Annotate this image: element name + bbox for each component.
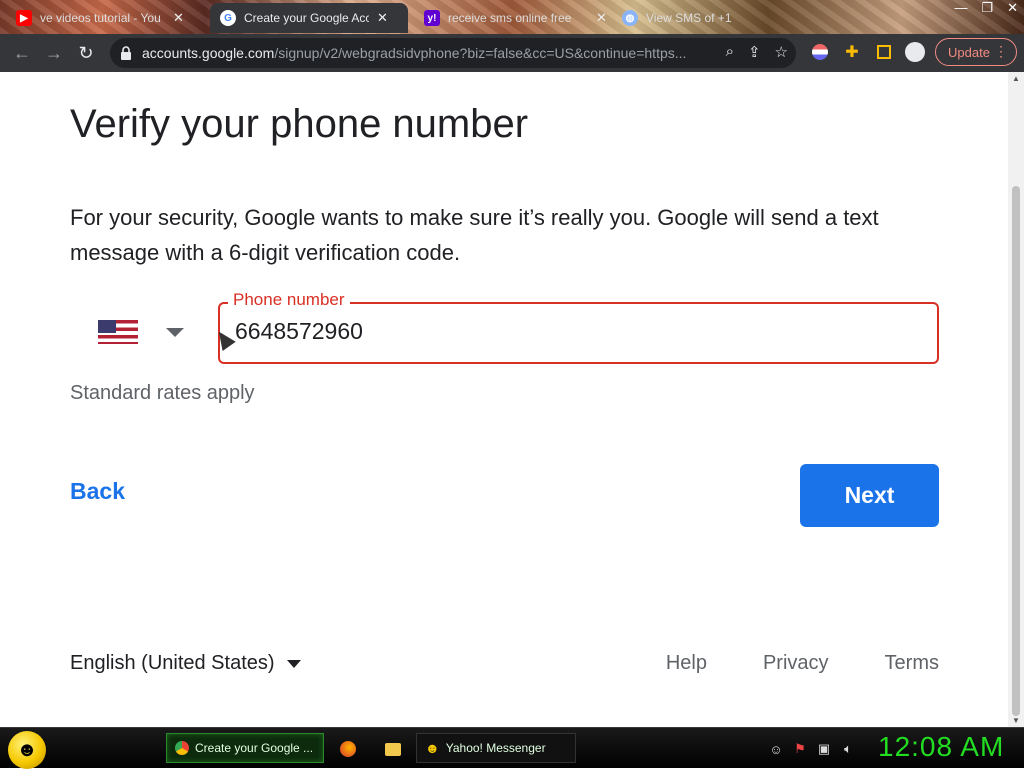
- side-panel-icon[interactable]: [874, 42, 894, 62]
- lock-icon: [121, 46, 131, 60]
- tab-yahoo[interactable]: y! receive sms online free ✕: [414, 3, 617, 33]
- us-flag-icon: [98, 320, 138, 344]
- puzzle-extensions-icon[interactable]: ✚: [842, 42, 862, 62]
- bookmark-star-icon[interactable]: ☆: [775, 43, 788, 61]
- taskbar-item-label: Yahoo! Messenger: [445, 741, 546, 755]
- back-button[interactable]: Back: [70, 478, 125, 505]
- tab-title: ve videos tutorial - You: [40, 11, 161, 25]
- tab-google-account[interactable]: G Create your Google Acco ✕: [210, 3, 408, 33]
- reload-icon[interactable]: ↻: [70, 37, 102, 69]
- rates-note: Standard rates apply: [70, 382, 255, 404]
- phone-number-input[interactable]: [235, 318, 915, 345]
- language-label: English (United States): [70, 652, 275, 674]
- chrome-icon: [175, 741, 189, 755]
- network-tray-icon[interactable]: ▣: [816, 741, 832, 757]
- firefox-icon[interactable]: [340, 741, 356, 757]
- page-description: For your security, Google wants to make …: [70, 205, 879, 265]
- update-button[interactable]: Update ⋮: [935, 38, 1017, 66]
- phone-number-label: Phone number: [228, 290, 350, 310]
- url-path: /signup/v2/webgradsidvphone?biz=false&cc…: [274, 45, 687, 61]
- taskbar: ☻ Create your Google ... ☻ Yahoo! Messen…: [0, 727, 1024, 769]
- scrollbar-thumb[interactable]: [1012, 186, 1020, 716]
- phone-number-field[interactable]: Phone number: [218, 290, 939, 364]
- page-scrollbar[interactable]: ▲ ▼: [1008, 72, 1024, 727]
- tab-youtube[interactable]: ▶ ve videos tutorial - You ✕: [6, 3, 194, 33]
- footer-links: Help Privacy Terms: [666, 652, 939, 675]
- taskbar-item-yahoo-messenger[interactable]: ☻ Yahoo! Messenger: [416, 733, 576, 763]
- close-icon[interactable]: ✕: [173, 10, 184, 26]
- yahoo-icon: y!: [424, 10, 440, 26]
- scroll-up-icon[interactable]: ▲: [1012, 74, 1020, 83]
- close-window-icon[interactable]: ✕: [1007, 0, 1018, 18]
- dropdown-arrow-icon: [166, 327, 184, 337]
- tab-view-sms[interactable]: ◍ View SMS of +1: [612, 3, 756, 33]
- next-button[interactable]: Next: [800, 464, 939, 527]
- taskbar-item-chrome[interactable]: Create your Google ...: [166, 733, 324, 763]
- dropdown-arrow-icon: [286, 659, 301, 668]
- page-content: Verify your phone number For your securi…: [0, 72, 1008, 727]
- share-icon[interactable]: ⇪: [748, 43, 761, 61]
- youtube-icon: ▶: [16, 10, 32, 26]
- maximize-icon[interactable]: ❐: [981, 0, 993, 18]
- terms-link[interactable]: Terms: [885, 652, 939, 675]
- tab-strip: ▶ ve videos tutorial - You ✕ G Create yo…: [0, 0, 1024, 34]
- close-icon[interactable]: ✕: [596, 10, 607, 26]
- tab-title: Create your Google Acco: [244, 11, 369, 25]
- tab-title: receive sms online free: [448, 11, 572, 25]
- close-icon[interactable]: ✕: [377, 10, 388, 26]
- zoom-icon[interactable]: ⌕: [726, 43, 734, 61]
- country-selector[interactable]: [84, 302, 194, 362]
- extension-icon[interactable]: [810, 42, 830, 62]
- globe-icon: ◍: [622, 10, 638, 26]
- minimize-icon[interactable]: —: [954, 0, 967, 18]
- taskbar-clock: 12:08 AM: [878, 731, 1005, 762]
- start-button[interactable]: ☻: [8, 731, 46, 769]
- page-title: Verify your phone number: [70, 102, 529, 146]
- back-arrow-icon[interactable]: ←: [6, 37, 38, 69]
- browser-toolbar: ← → ↻ accounts.google.com/signup/v2/webg…: [0, 34, 1024, 72]
- smiley-icon: ☻: [16, 738, 38, 761]
- help-link[interactable]: Help: [666, 652, 707, 675]
- menu-dots-icon[interactable]: ⋮: [994, 43, 1008, 60]
- address-bar[interactable]: accounts.google.com/signup/v2/webgradsid…: [110, 38, 796, 68]
- folder-icon[interactable]: [385, 741, 401, 757]
- omnibox-actions: ⌕ ⇪ ☆: [726, 43, 788, 61]
- flag-tray-icon[interactable]: ⚑: [792, 741, 808, 757]
- google-icon: G: [220, 10, 236, 26]
- tab-title: View SMS of +1: [646, 11, 732, 25]
- update-label: Update: [948, 44, 990, 60]
- yahoo-messenger-icon: ☻: [425, 740, 440, 756]
- window-controls: — ❐ ✕: [954, 0, 1018, 18]
- messenger-tray-icon[interactable]: ☺: [768, 741, 784, 757]
- url-host: accounts.google.com: [142, 45, 275, 61]
- profile-avatar-icon[interactable]: [905, 42, 925, 62]
- url-text: accounts.google.com/signup/v2/webgradsid…: [142, 45, 702, 61]
- scroll-down-icon[interactable]: ▼: [1012, 716, 1020, 725]
- forward-arrow-icon[interactable]: →: [38, 37, 70, 69]
- taskbar-item-label: Create your Google ...: [195, 741, 314, 755]
- privacy-link[interactable]: Privacy: [763, 652, 829, 675]
- volume-icon[interactable]: 🔈︎: [840, 741, 856, 757]
- language-selector[interactable]: English (United States): [70, 652, 301, 675]
